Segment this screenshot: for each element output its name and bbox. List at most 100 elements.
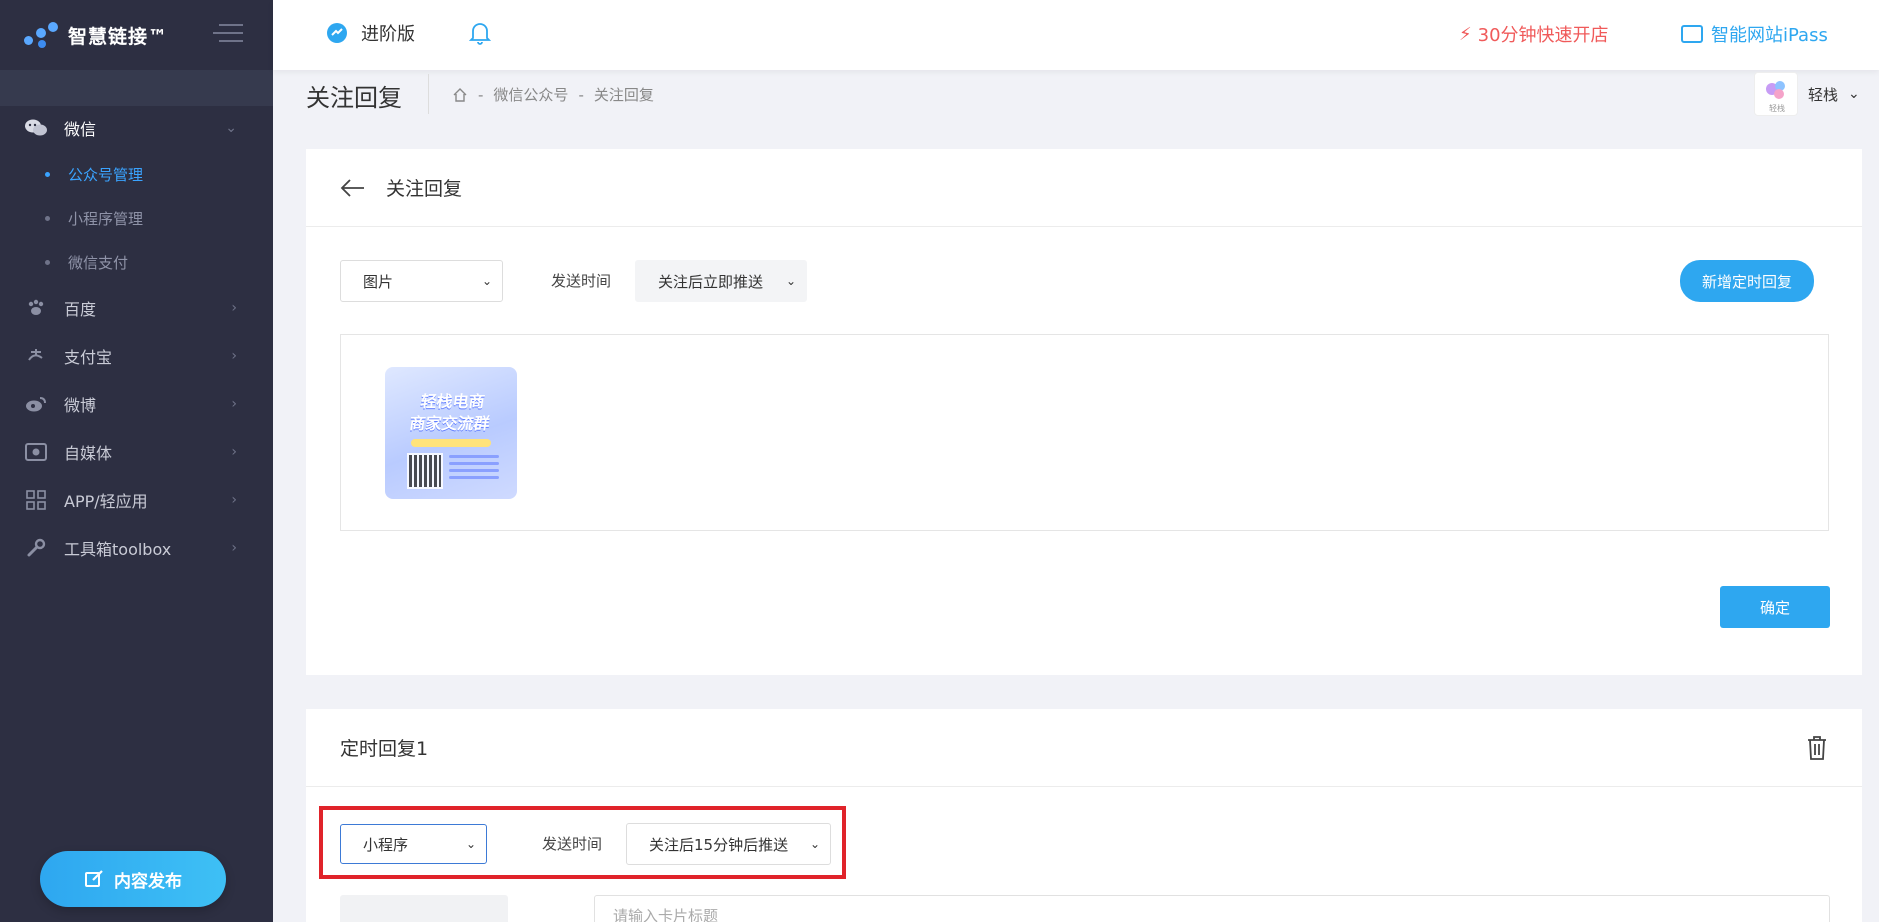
chevron-down-icon: ⌄ bbox=[481, 274, 492, 288]
sidebar-item-app[interactable]: APP/轻应用 › bbox=[0, 476, 273, 524]
reply-type-value: 小程序 bbox=[363, 835, 409, 854]
ipass-link[interactable]: 智能网站iPass bbox=[1681, 21, 1828, 47]
sidebar-item-wechat[interactable]: 微信 ⌄ bbox=[0, 104, 273, 152]
sidebar-menu: 微信 ⌄ 公众号管理 小程序管理 微信支付 百度 › 支付宝 › 微博 › 自媒… bbox=[0, 104, 273, 572]
publish-content-label: 内容发布 bbox=[114, 871, 182, 892]
sidebar-item-label: 工具箱toolbox bbox=[64, 540, 172, 559]
sidebar-item-label: 微信 bbox=[64, 120, 97, 139]
brand-logo-icon bbox=[24, 20, 60, 50]
chevron-down-icon: ⌄ bbox=[785, 274, 796, 288]
send-time-select[interactable]: 关注后立即推送 ⌄ bbox=[635, 260, 807, 302]
home-icon[interactable] bbox=[452, 87, 468, 103]
sidebar-item-label: 支付宝 bbox=[64, 348, 113, 367]
card-header: 定时回复1 bbox=[306, 709, 1862, 787]
sidebar-item-baidu[interactable]: 百度 › bbox=[0, 284, 273, 332]
user-name: 轻栈 bbox=[1808, 85, 1839, 104]
chevron-right-icon: › bbox=[231, 396, 237, 412]
reply-type-value: 图片 bbox=[363, 272, 394, 291]
sidebar-subitem-label: 微信支付 bbox=[68, 253, 129, 272]
edit-icon bbox=[85, 870, 103, 887]
weibo-icon bbox=[24, 392, 48, 416]
app-grid-icon bbox=[24, 488, 48, 512]
send-time-label: 发送时间 bbox=[551, 272, 612, 290]
paw-icon bbox=[24, 296, 48, 320]
wechat-icon bbox=[24, 116, 48, 140]
quick-open-label: 30分钟快速开店 bbox=[1477, 25, 1609, 46]
card-title-placeholder: 请输入卡片标题 bbox=[613, 906, 719, 922]
sidebar-subitem-label: 小程序管理 bbox=[68, 209, 144, 228]
header-divider bbox=[428, 74, 429, 114]
send-time-value: 关注后立即推送 bbox=[658, 272, 764, 291]
back-arrow-icon[interactable] bbox=[340, 178, 366, 198]
add-scheduled-reply-button[interactable]: 新增定时回复 bbox=[1680, 260, 1814, 302]
sidebar-item-label: 微博 bbox=[64, 396, 97, 415]
page-title: 关注回复 bbox=[306, 84, 402, 112]
confirm-button[interactable]: 确定 bbox=[1720, 586, 1830, 628]
chevron-down-icon: ⌄ bbox=[465, 837, 476, 851]
bullet-icon bbox=[45, 171, 50, 177]
sidebar-item-self-media[interactable]: 自媒体 › bbox=[0, 428, 273, 476]
qr-code-icon bbox=[407, 453, 443, 489]
breadcrumb-item[interactable]: 微信公众号 bbox=[493, 84, 568, 105]
lightning-icon: ⚡ bbox=[1459, 23, 1472, 45]
alipay-icon bbox=[24, 344, 48, 368]
chevron-right-icon: › bbox=[231, 444, 237, 460]
sidebar-subitem-official-account[interactable]: 公众号管理 bbox=[0, 152, 273, 196]
brand-name: 智慧链接™ bbox=[68, 25, 169, 48]
card-title-input[interactable]: 请输入卡片标题 bbox=[594, 895, 1830, 922]
bell-icon[interactable] bbox=[468, 21, 492, 45]
send-time-value: 关注后15分钟后推送 bbox=[649, 835, 789, 854]
edition-badge[interactable]: 进阶版 bbox=[327, 20, 415, 46]
menu-collapse-icon[interactable] bbox=[213, 24, 243, 44]
sidebar-item-label: 自媒体 bbox=[64, 444, 113, 463]
card-heading: 定时回复1 bbox=[340, 738, 429, 760]
chevron-down-icon: ⌄ bbox=[809, 837, 820, 851]
sidebar-item-alipay[interactable]: 支付宝 › bbox=[0, 332, 273, 380]
publish-content-button[interactable]: 内容发布 bbox=[40, 851, 226, 907]
brand: 智慧链接™ bbox=[0, 0, 273, 70]
scheduled-reply-card: 定时回复1 小程序 ⌄ 发送时间 关注后15分钟后推送 ⌄ 请输入卡片标题 bbox=[306, 709, 1862, 922]
send-time-label: 发送时间 bbox=[542, 835, 603, 853]
svg-text:轻栈: 轻栈 bbox=[1769, 103, 1785, 113]
image-preview-area: 轻栈电商 商家交流群 bbox=[340, 334, 1829, 531]
poster-title: 轻栈电商 商家交流群 bbox=[408, 392, 491, 433]
breadcrumb-current: 关注回复 bbox=[593, 86, 654, 104]
reply-type-select[interactable]: 图片 ⌄ bbox=[340, 260, 503, 302]
chevron-down-icon: ⌄ bbox=[225, 120, 237, 136]
wrench-icon bbox=[24, 536, 48, 560]
chevron-right-icon: › bbox=[231, 348, 237, 364]
follow-reply-card: 关注回复 图片 ⌄ 发送时间 关注后立即推送 ⌄ 新增定时回复 轻栈电商 商家交… bbox=[306, 149, 1862, 675]
topbar: 进阶版 ⚡ 30分钟快速开店 智能网站iPass bbox=[273, 0, 1879, 70]
avatar: 轻栈 bbox=[1754, 72, 1798, 116]
edition-label: 进阶版 bbox=[361, 24, 415, 45]
sidebar-item-label: 百度 bbox=[64, 300, 97, 319]
send-time-select[interactable]: 关注后15分钟后推送 ⌄ bbox=[626, 823, 831, 865]
sidebar: 智慧链接™ 微信 ⌄ 公众号管理 小程序管理 微信支付 百度 › 支付宝 › 微… bbox=[0, 0, 273, 922]
chevron-right-icon: › bbox=[231, 540, 237, 556]
media-icon bbox=[24, 440, 48, 464]
reply-type-select[interactable]: 小程序 ⌄ bbox=[340, 824, 487, 864]
website-icon bbox=[1681, 25, 1703, 43]
chevron-down-icon: ⌄ bbox=[1848, 86, 1860, 102]
sidebar-divider bbox=[0, 70, 273, 106]
sidebar-item-toolbox[interactable]: 工具箱toolbox › bbox=[0, 524, 273, 572]
quick-open-store-link[interactable]: ⚡ 30分钟快速开店 bbox=[1459, 21, 1609, 47]
bullet-icon bbox=[45, 215, 50, 221]
bullet-icon bbox=[45, 259, 50, 265]
trash-icon[interactable] bbox=[1806, 735, 1828, 761]
poster-banner bbox=[411, 439, 491, 447]
chevron-right-icon: › bbox=[231, 300, 237, 316]
user-menu[interactable]: 轻栈 轻栈 ⌄ bbox=[1754, 72, 1860, 116]
poster-text-lines bbox=[449, 455, 499, 483]
chevron-right-icon: › bbox=[231, 492, 237, 508]
card-header: 关注回复 bbox=[306, 149, 1862, 227]
card-cover-placeholder[interactable] bbox=[340, 895, 508, 922]
sidebar-subitem-label: 公众号管理 bbox=[68, 165, 144, 184]
breadcrumb: - 微信公众号 - 关注回复 bbox=[452, 84, 654, 105]
sidebar-subitem-wechat-pay[interactable]: 微信支付 bbox=[0, 240, 273, 284]
sidebar-item-label: APP/轻应用 bbox=[64, 492, 148, 511]
reply-image-thumbnail[interactable]: 轻栈电商 商家交流群 bbox=[385, 367, 517, 499]
sidebar-item-weibo[interactable]: 微博 › bbox=[0, 380, 273, 428]
ipass-label: 智能网站iPass bbox=[1711, 25, 1828, 46]
sidebar-subitem-miniprogram[interactable]: 小程序管理 bbox=[0, 196, 273, 240]
